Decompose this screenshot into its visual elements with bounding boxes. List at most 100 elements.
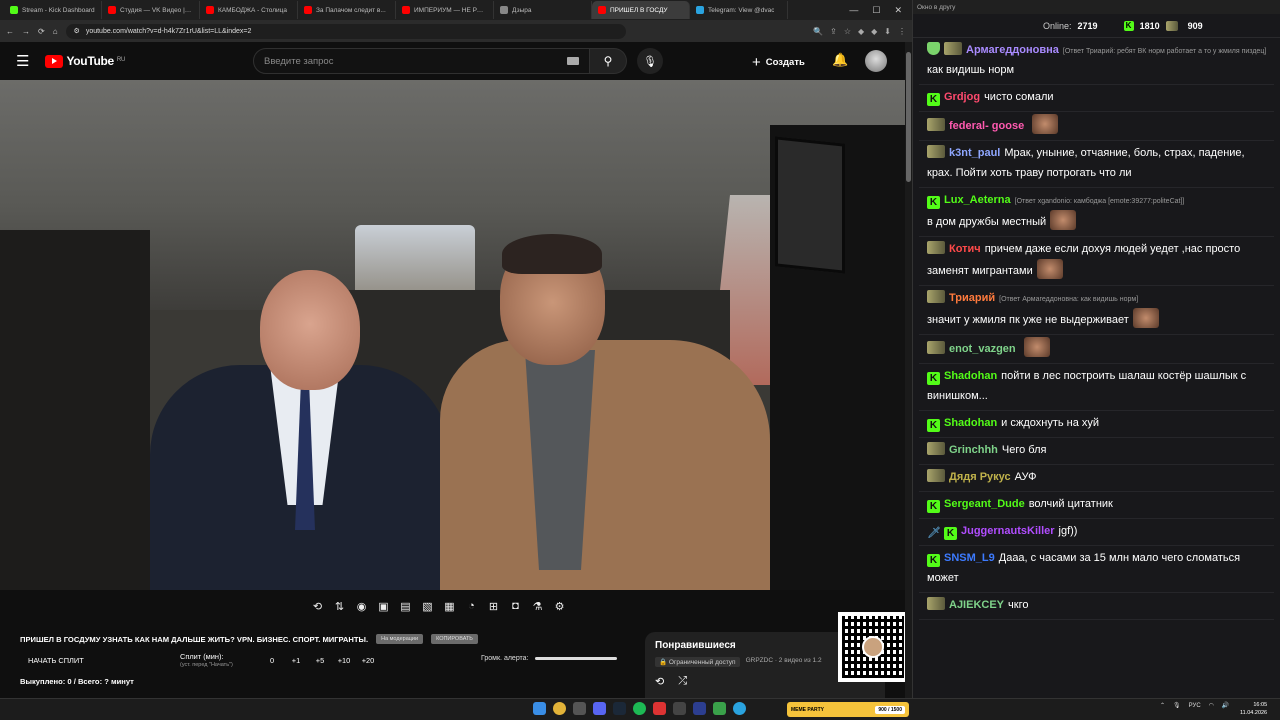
clock[interactable]: 16:05 11.04.2026 xyxy=(1240,701,1267,717)
kick-badge-icon xyxy=(944,527,957,540)
create-button[interactable]: + Создать xyxy=(752,51,805,73)
settings-gear-icon[interactable]: ⚙ xyxy=(552,600,567,613)
scrollbar-thumb[interactable] xyxy=(906,52,911,182)
avatar[interactable] xyxy=(865,50,887,72)
minimize-icon[interactable]: — xyxy=(849,5,858,16)
chat-username[interactable]: Grinchhh xyxy=(949,444,998,456)
share-icon[interactable]: ⇪ xyxy=(830,27,837,36)
chat-username[interactable]: JuggernautsKiller xyxy=(961,525,1055,537)
youtube-logo[interactable]: YouTube RU xyxy=(45,54,125,68)
video-player[interactable] xyxy=(0,80,905,590)
split-increment-button[interactable]: +1 xyxy=(284,656,308,665)
split-increment-button[interactable]: +20 xyxy=(356,656,380,665)
broadcast-icon[interactable]: ◉ xyxy=(354,600,369,613)
obs-icon[interactable] xyxy=(673,702,686,715)
split-increment-button[interactable]: 0 xyxy=(260,656,284,665)
back-icon[interactable]: ← xyxy=(6,27,14,36)
voice-search-button[interactable]: 🎙 xyxy=(637,48,663,74)
loop-playlist-icon[interactable]: ⟲ xyxy=(655,675,664,688)
app-icon[interactable] xyxy=(713,702,726,715)
app-icon[interactable] xyxy=(693,702,706,715)
steam-icon[interactable] xyxy=(613,702,626,715)
start-split-button[interactable]: НАЧАТЬ СПЛИТ xyxy=(28,652,180,665)
explorer-icon[interactable] xyxy=(573,702,586,715)
reload-icon[interactable]: ⟳ xyxy=(38,27,45,36)
shuffle-icon[interactable]: ⤮ xyxy=(678,675,687,688)
chat-username[interactable]: Shadohan xyxy=(944,370,997,382)
search-input[interactable]: Введите запрос xyxy=(253,48,590,74)
volume-icon[interactable]: 🔊 xyxy=(1222,702,1229,709)
menu-icon[interactable]: ☰ xyxy=(16,52,29,70)
chat-message: k3nt_paul Мрак, уныние, отчаяние, боль, с… xyxy=(919,141,1274,188)
chat-username[interactable]: Армагеддоновна xyxy=(966,44,1059,56)
wifi-icon[interactable]: ◠ xyxy=(1209,702,1214,709)
mic-icon[interactable]: 🎙 xyxy=(1173,702,1181,709)
speed-icon[interactable]: ◔ xyxy=(464,600,479,612)
chrome-icon[interactable] xyxy=(553,702,566,715)
keyboard-icon[interactable] xyxy=(567,57,579,65)
chat-username[interactable]: Lux_Aeterna xyxy=(944,194,1011,206)
browser-tab[interactable]: Stream - Kick Dashboard xyxy=(4,1,102,19)
meme-party-widget[interactable]: MEME PARTY 900 / 1500 xyxy=(787,702,909,717)
browser-tab[interactable]: Telegram: View @dvac xyxy=(690,1,788,19)
twitch-viewers-icon xyxy=(1165,20,1178,31)
chat-username[interactable]: AJIEKCEY xyxy=(949,599,1004,611)
alert-volume-slider[interactable] xyxy=(534,657,617,660)
chat-username[interactable]: k3nt_paul xyxy=(949,147,1000,159)
download-icon[interactable]: ⬇ xyxy=(884,27,891,36)
url-field[interactable]: ⚙ youtube.com/watch?v=d-h4k7Zr1rU&list=L… xyxy=(65,23,626,39)
split-increment-button[interactable]: +10 xyxy=(332,656,356,665)
add-icon[interactable]: ⊞ xyxy=(486,600,501,613)
menu-icon[interactable]: ⋮ xyxy=(898,27,906,36)
grid-icon[interactable]: ▦ xyxy=(442,600,457,613)
online-label: Online: xyxy=(1043,20,1072,31)
chat-username[interactable]: Дядя Рукус xyxy=(949,471,1011,483)
close-icon[interactable]: ✕ xyxy=(894,5,902,16)
chat-username[interactable]: federal- goose xyxy=(949,120,1024,132)
browser-tab[interactable]: ИМПЕРИУМ — НЕ РО... xyxy=(396,1,494,19)
page-scrollbar[interactable] xyxy=(905,42,912,698)
discord-icon[interactable] xyxy=(593,702,606,715)
sort-icon[interactable]: ⇅ xyxy=(332,600,347,613)
loop-icon[interactable]: ⟲ xyxy=(310,600,325,613)
film-icon[interactable]: ▤ xyxy=(398,600,413,613)
chat-username[interactable]: Grdjog xyxy=(944,91,980,103)
tab-title: Студия — VK Видео | Главная xyxy=(120,6,193,14)
screen-share-icon[interactable]: ▣ xyxy=(376,600,391,613)
picture-icon[interactable]: ▧ xyxy=(420,600,435,613)
copy-pill[interactable]: КОПИРОВАТЬ xyxy=(431,634,478,644)
chat-reply-context: [Ответ xgandonio: камбоджа [emote:39277:… xyxy=(1014,198,1185,205)
lang-indicator[interactable]: РУС xyxy=(1189,703,1201,709)
chat-username[interactable]: Котич xyxy=(949,243,981,255)
split-increment-button[interactable]: +5 xyxy=(308,656,332,665)
bookmark-star-icon[interactable]: ☆ xyxy=(844,27,851,36)
search-button[interactable]: ⚲ xyxy=(590,48,627,74)
notifications-bell-icon[interactable]: 🔔 xyxy=(832,52,848,68)
browser-tab[interactable]: ПРИШЕЛ В ГОСДУ xyxy=(592,1,690,19)
maximize-icon[interactable]: ☐ xyxy=(872,5,880,16)
chat-username[interactable]: Sergeant_Dude xyxy=(944,498,1025,510)
forward-icon[interactable]: → xyxy=(22,27,30,36)
browser-tab[interactable]: Студия — VK Видео | Главная xyxy=(102,1,200,19)
flask-icon[interactable]: ⚗ xyxy=(530,600,545,613)
app-icon[interactable] xyxy=(653,702,666,715)
chat-username[interactable]: enot_vazgen xyxy=(949,343,1016,355)
extension-icon[interactable]: ◆ xyxy=(858,27,864,36)
start-icon[interactable] xyxy=(533,702,546,715)
browser-tab[interactable]: КАМБОДЖА - Столица xyxy=(200,1,298,19)
extension-icon[interactable]: ◆ xyxy=(871,27,877,36)
chat-username[interactable]: SNSM_L9 xyxy=(944,552,995,564)
chat-username[interactable]: Shadohan xyxy=(944,417,997,429)
browser-tab[interactable]: Дзыра xyxy=(494,1,592,19)
telegram-icon[interactable] xyxy=(733,702,746,715)
home-icon[interactable]: ⌂ xyxy=(53,27,58,36)
spotify-icon[interactable] xyxy=(633,702,646,715)
browser-tab[interactable]: За Палачом следит в... xyxy=(298,1,396,19)
zoom-icon[interactable]: 🔍 xyxy=(813,27,823,36)
chevron-up-icon[interactable]: ⌃ xyxy=(1160,702,1165,709)
window-controls: — ☐ ✕ xyxy=(849,5,912,16)
chat-username[interactable]: Триарий xyxy=(949,292,995,304)
screenshot-icon[interactable]: ◘ xyxy=(508,600,523,612)
moderation-pill[interactable]: На модерации xyxy=(376,634,424,644)
site-info-icon[interactable]: ⚙ xyxy=(74,27,80,35)
